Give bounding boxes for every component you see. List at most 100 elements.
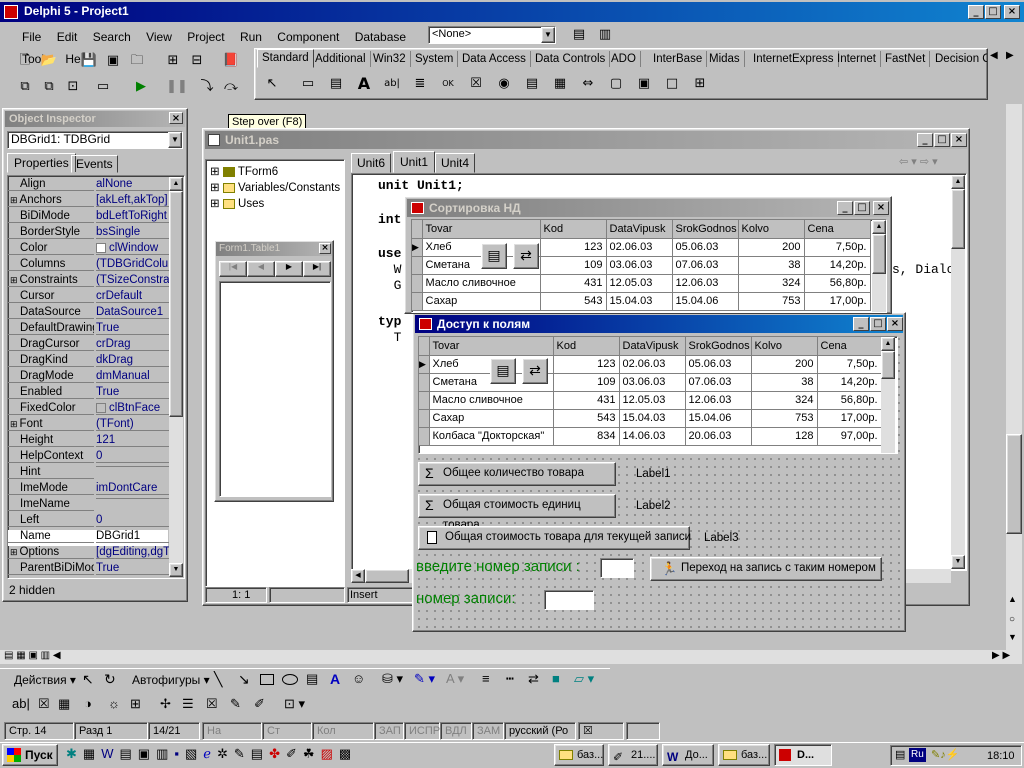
groupbox-icon[interactable]: ▢ <box>605 73 627 95</box>
table-cell[interactable]: 200 <box>751 355 818 374</box>
property-row[interactable]: FixedColor clBtnFace <box>8 402 172 418</box>
menu-edit[interactable]: Edit <box>57 30 78 44</box>
table-cell[interactable]: 109 <box>553 373 620 392</box>
property-value[interactable]: 121 <box>96 434 172 447</box>
property-value[interactable]: alNone <box>96 178 172 191</box>
table-row[interactable]: Масло сливочное 431 12.05.03 12.06.03 324 56,… <box>419 391 882 410</box>
editor-tab-unit6[interactable]: Unit6 <box>351 153 392 173</box>
task-button-folder1[interactable]: баз... <box>554 744 604 766</box>
property-row[interactable]: HelpContext 0 <box>8 450 172 466</box>
ql-icon[interactable]: ▥ <box>156 746 174 761</box>
column-header[interactable]: Cena <box>804 220 871 239</box>
table-cell[interactable]: 834 <box>553 427 620 446</box>
menu-run[interactable]: Run <box>240 30 262 44</box>
table-row[interactable]: ▶ Хлеб 123 02.06.03 05.06.03 200 7,50р. <box>419 355 882 374</box>
nav-last-icon[interactable]: ▶| <box>303 261 331 277</box>
form-insert-frame-icon[interactable]: ✢ <box>160 696 171 712</box>
scroll-thumb[interactable] <box>881 351 895 379</box>
ql-icon[interactable]: W <box>101 746 119 761</box>
table-cell[interactable]: 123 <box>540 238 607 257</box>
object-selector[interactable]: DBGrid1: TDBGrid ▼ <box>7 131 183 149</box>
table-cell[interactable]: 05.06.03 <box>685 355 752 374</box>
palette-tab-interbase[interactable]: InterBase <box>649 51 708 67</box>
expand-icon[interactable]: ⊞ <box>10 419 18 429</box>
form-reset-icon[interactable]: ✎ <box>230 696 241 712</box>
table-cell[interactable]: 123 <box>553 355 620 374</box>
property-row[interactable]: Hint <box>8 466 172 482</box>
scroll-up-icon[interactable]: ▲ <box>951 175 965 189</box>
task-button-app2[interactable]: ✐ 21.... <box>608 744 658 766</box>
scroll-right-icon[interactable]: ▶ ▶ <box>992 650 1010 661</box>
property-value[interactable]: [dgEditing,dgTit <box>96 546 172 559</box>
access-minimize-button[interactable]: _ <box>853 317 869 331</box>
inspector-titlebar[interactable]: Object Inspector × <box>5 111 185 127</box>
table-row[interactable]: Сметана 109 03.06.03 07.06.03 38 14,20р. <box>419 373 882 392</box>
property-row[interactable]: DataSource DataSource1 <box>8 306 172 322</box>
button-icon[interactable]: OK <box>437 73 459 95</box>
form-insert-table-icon[interactable]: ⊞ <box>130 696 141 712</box>
save-desktop-icon[interactable]: ▤ <box>568 24 590 46</box>
nav-prior-icon[interactable]: ◀ <box>247 261 275 277</box>
property-row[interactable]: ImeMode imDontCare <box>8 482 172 498</box>
property-value[interactable]: [akLeft,akTop] <box>96 194 172 207</box>
status-ext[interactable]: ВДЛ <box>440 722 472 740</box>
tray-icons[interactable]: ✎♪⚡ <box>931 746 959 764</box>
table-cell[interactable]: 56,80р. <box>817 391 882 410</box>
property-row[interactable]: BiDiMode bdLeftToRight <box>8 210 172 226</box>
table-cell[interactable]: 17,00р. <box>817 409 882 428</box>
table-cell[interactable]: 7,50р. <box>804 238 871 257</box>
run-icon[interactable]: ▶ <box>130 76 152 98</box>
editor-minimize-button[interactable]: _ <box>917 133 933 147</box>
record-cost-button[interactable]: Общая стоимость товара для текущей запис… <box>418 526 691 550</box>
ql-icon[interactable]: ▣ <box>138 746 156 761</box>
scroll-up-icon[interactable]: ▲ <box>169 177 183 191</box>
scroll-thumb[interactable] <box>951 189 965 249</box>
table-cell[interactable]: 324 <box>751 391 818 410</box>
palette-tab-data-controls[interactable]: Data Controls <box>531 51 611 67</box>
property-row[interactable]: Name DBGrid1 <box>8 530 172 546</box>
page-up-icon[interactable]: ▲ <box>1008 594 1017 604</box>
table-cell[interactable]: 38 <box>751 373 818 392</box>
table-cell[interactable]: 12.06.03 <box>685 391 752 410</box>
table-cell[interactable]: 03.06.03 <box>606 256 673 275</box>
property-value[interactable]: bsSingle <box>96 226 172 239</box>
table-cell[interactable]: 12.05.03 <box>606 274 673 293</box>
task-button-folder2[interactable]: баз... <box>718 744 770 766</box>
autoshapes-menu[interactable]: Автофигуры ▾ <box>132 673 210 687</box>
sort-maximize-button[interactable]: □ <box>854 201 870 215</box>
column-header[interactable]: Tovar <box>429 337 554 356</box>
property-row[interactable]: ⊞ Font (TFont) <box>8 418 172 434</box>
table-cell[interactable]: 7,50р. <box>817 355 882 374</box>
property-value[interactable]: clBtnFace <box>96 402 172 415</box>
table-cell[interactable]: 431 <box>553 391 620 410</box>
datasource-component-icon[interactable]: ⇄ <box>522 358 548 384</box>
property-value[interactable]: dmManual <box>96 370 172 383</box>
ql-icon[interactable]: ▩ <box>339 746 357 761</box>
column-header[interactable]: Kolvo <box>751 337 818 356</box>
table-cell[interactable]: Сахар <box>429 409 554 428</box>
form-checkbox-icon[interactable]: ☒ <box>38 696 50 712</box>
table-cell[interactable]: 07.06.03 <box>685 373 752 392</box>
form-shading-icon[interactable]: ☰ <box>182 696 194 712</box>
menu-database[interactable]: Database <box>355 30 406 44</box>
tab-events[interactable]: Events <box>71 155 118 173</box>
property-value[interactable]: True <box>96 386 172 399</box>
ql-icon[interactable]: ✐ <box>286 746 303 761</box>
select-objects-icon[interactable]: ↖ <box>82 671 94 688</box>
palette-tab-internetexpress[interactable]: InternetExpress <box>749 51 839 67</box>
line-icon[interactable]: ╲ <box>214 671 222 688</box>
ide-titlebar[interactable]: Delphi 5 - Project1 _ □ × <box>0 2 1024 22</box>
form-draw-table-icon[interactable]: ☼ <box>108 696 120 711</box>
form-picture-icon[interactable]: ✐ <box>254 696 265 712</box>
tree-item-uses[interactable]: ⊞ Uses <box>210 196 264 210</box>
property-value[interactable]: DataSource1 <box>96 306 172 319</box>
property-row[interactable]: DragCursor crDrag <box>8 338 172 354</box>
radiogroup-icon[interactable]: ▣ <box>633 73 655 95</box>
column-header[interactable]: Kolvo <box>738 220 805 239</box>
column-header[interactable]: Kod <box>553 337 620 356</box>
sort-grid-scrollbar[interactable]: ▲ <box>872 220 886 312</box>
ql-icon[interactable]: ▦ <box>83 746 101 761</box>
task-button-word[interactable]: W До... <box>662 744 714 766</box>
wordart-icon[interactable]: A <box>330 671 340 687</box>
status-trk[interactable]: ИСПР <box>404 722 440 740</box>
